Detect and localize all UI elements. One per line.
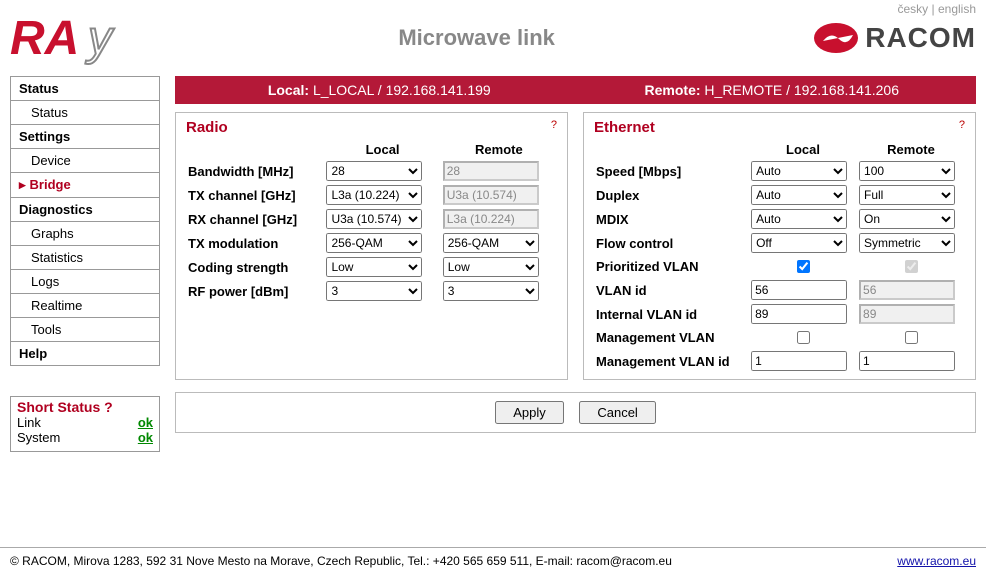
- rxch-label: RX channel [GHz]: [186, 207, 324, 231]
- page-title: Microwave link: [140, 25, 813, 51]
- cod-label: Coding strength: [186, 255, 324, 279]
- radio-title: Radio: [186, 119, 557, 136]
- svg-text:RA: RA: [10, 12, 79, 65]
- rxch-local[interactable]: U3a (10.574): [326, 209, 422, 229]
- mvlan-local[interactable]: [797, 331, 810, 344]
- help-icon[interactable]: ?: [551, 119, 557, 131]
- ivlan-local[interactable]: [751, 304, 847, 324]
- cod-remote[interactable]: Low: [443, 257, 539, 277]
- ivlan-remote: [859, 304, 955, 324]
- mvlanid-label: Management VLAN id: [594, 349, 749, 373]
- dup-remote[interactable]: Full: [859, 185, 955, 205]
- unit-banner: Local: L_LOCAL / 192.168.141.199 Remote:…: [175, 76, 976, 104]
- lang-switch: česky | english: [897, 2, 976, 16]
- menu-logs[interactable]: Logs: [11, 270, 159, 294]
- rfp-local[interactable]: 3: [326, 281, 422, 301]
- bw-label: Bandwidth [MHz]: [186, 159, 324, 183]
- ivlan-label: Internal VLAN id: [594, 302, 749, 326]
- mdix-label: MDIX: [594, 207, 749, 231]
- menu-tools[interactable]: Tools: [11, 318, 159, 342]
- lang-cesky[interactable]: česky: [897, 2, 928, 16]
- main-menu: Status Status Settings Device Bridge Dia…: [10, 76, 160, 366]
- vlanid-remote: [859, 280, 955, 300]
- dup-local[interactable]: Auto: [751, 185, 847, 205]
- menu-device[interactable]: Device: [11, 149, 159, 173]
- mvlanid-remote[interactable]: [859, 351, 955, 371]
- vlanid-local[interactable]: [751, 280, 847, 300]
- menu-status-sub[interactable]: Status: [11, 101, 159, 125]
- menu-graphs[interactable]: Graphs: [11, 222, 159, 246]
- radio-panel: ? Radio LocalRemote Bandwidth [MHz] 28 T…: [175, 112, 568, 380]
- rfp-label: RF power [dBm]: [186, 279, 324, 303]
- menu-status[interactable]: Status: [11, 77, 159, 101]
- mvlan-label: Management VLAN: [594, 326, 749, 349]
- spd-local[interactable]: Auto: [751, 161, 847, 181]
- spd-label: Speed [Mbps]: [594, 159, 749, 183]
- mdix-local[interactable]: Auto: [751, 209, 847, 229]
- menu-realtime[interactable]: Realtime: [11, 294, 159, 318]
- svg-text:y: y: [85, 12, 115, 65]
- eth-title: Ethernet: [594, 119, 965, 136]
- bw-remote: [443, 161, 539, 181]
- txch-label: TX channel [GHz]: [186, 183, 324, 207]
- col-remote: Remote: [441, 140, 557, 159]
- rfp-remote[interactable]: 3: [443, 281, 539, 301]
- mod-remote[interactable]: 256-QAM: [443, 233, 539, 253]
- spd-remote[interactable]: 100: [859, 161, 955, 181]
- flow-remote[interactable]: Symmetric: [859, 233, 955, 253]
- menu-bridge[interactable]: Bridge: [11, 173, 159, 198]
- menu-help[interactable]: Help: [11, 342, 159, 366]
- cod-local[interactable]: Low: [326, 257, 422, 277]
- logo-racom: RACOM: [813, 21, 976, 55]
- dup-label: Duplex: [594, 183, 749, 207]
- short-system-value[interactable]: ok: [138, 430, 153, 445]
- flow-local[interactable]: Off: [751, 233, 847, 253]
- vlanid-label: VLAN id: [594, 278, 749, 302]
- rxch-remote: [443, 209, 539, 229]
- mod-local[interactable]: 256-QAM: [326, 233, 422, 253]
- cancel-button[interactable]: Cancel: [579, 401, 655, 424]
- apply-button[interactable]: Apply: [495, 401, 564, 424]
- txch-local[interactable]: L3a (10.224): [326, 185, 422, 205]
- txch-remote: [443, 185, 539, 205]
- pvlan-label: Prioritized VLAN: [594, 255, 749, 278]
- short-status-title: Short Status ?: [17, 399, 153, 415]
- pvlan-local[interactable]: [797, 260, 810, 273]
- menu-settings[interactable]: Settings: [11, 125, 159, 149]
- short-link-label: Link: [17, 415, 41, 430]
- footer-copy: © RACOM, Mirova 1283, 592 31 Nove Mesto …: [10, 554, 672, 568]
- col-local: Local: [324, 140, 440, 159]
- menu-statistics[interactable]: Statistics: [11, 246, 159, 270]
- mod-label: TX modulation: [186, 231, 324, 255]
- mvlanid-local[interactable]: [751, 351, 847, 371]
- help-icon[interactable]: ?: [959, 119, 965, 131]
- logo-ray: RA y: [10, 10, 140, 66]
- short-status: Short Status ? Link ok System ok: [10, 396, 160, 452]
- mvlan-remote[interactable]: [905, 331, 918, 344]
- short-link-value[interactable]: ok: [138, 415, 153, 430]
- menu-diagnostics[interactable]: Diagnostics: [11, 198, 159, 222]
- ethernet-panel: ? Ethernet LocalRemote Speed [Mbps] Auto…: [583, 112, 976, 380]
- short-system-label: System: [17, 430, 60, 445]
- mdix-remote[interactable]: On: [859, 209, 955, 229]
- pvlan-remote: [905, 260, 918, 273]
- footer-url[interactable]: www.racom.eu: [897, 554, 976, 568]
- bw-local[interactable]: 28: [326, 161, 422, 181]
- flow-label: Flow control: [594, 231, 749, 255]
- lang-english[interactable]: english: [938, 2, 976, 16]
